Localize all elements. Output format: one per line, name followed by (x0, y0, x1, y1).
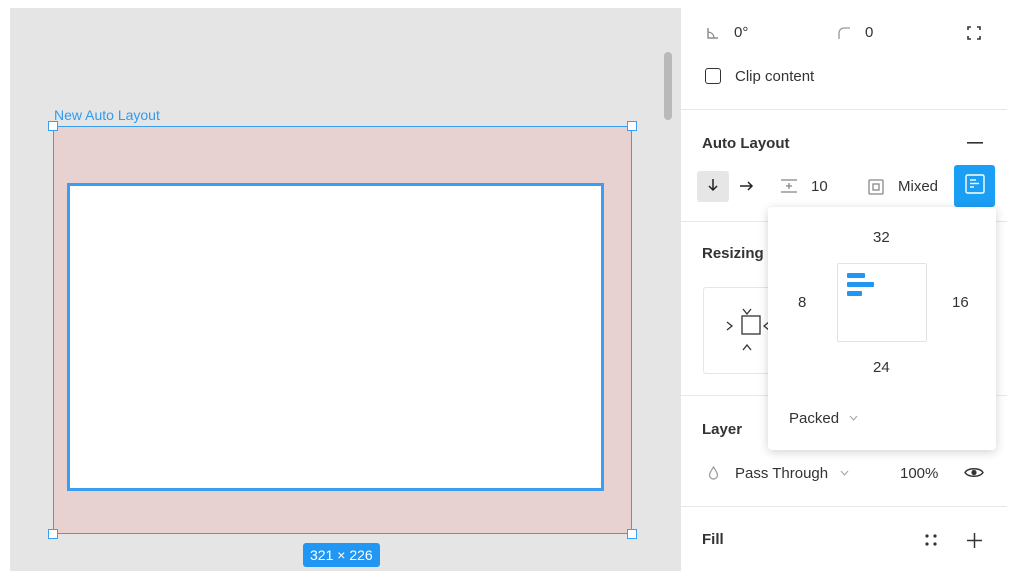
padding-right-value[interactable]: 16 (952, 294, 969, 311)
padding-bottom-value[interactable]: 24 (873, 359, 890, 376)
distribution-select[interactable]: Packed (789, 410, 839, 427)
corner-radius-value[interactable]: 0 (865, 24, 873, 41)
align-bar (847, 282, 874, 287)
section-divider (681, 109, 1007, 110)
fill-title: Fill (702, 531, 724, 548)
blend-drop-icon (706, 465, 720, 481)
resize-handle-bottom-left[interactable] (48, 529, 58, 539)
eye-icon[interactable] (963, 464, 985, 480)
direction-vertical-button[interactable] (697, 171, 729, 202)
rotation-value[interactable]: 0° (734, 24, 748, 41)
resize-handle-top-right[interactable] (627, 121, 637, 131)
resize-handle-bottom-right[interactable] (627, 529, 637, 539)
resize-handle-top-left[interactable] (48, 121, 58, 131)
angle-icon (706, 26, 720, 40)
align-bar (847, 291, 862, 296)
spacing-value[interactable]: 10 (811, 178, 828, 195)
chevron-up-icon[interactable] (742, 343, 752, 351)
padding-top-value[interactable]: 32 (873, 229, 890, 246)
remove-auto-layout-icon[interactable] (966, 136, 984, 150)
chevron-down-icon[interactable] (847, 413, 859, 423)
alignment-padding-button[interactable] (954, 165, 995, 207)
chevron-down-icon[interactable] (742, 307, 752, 315)
padding-icon (867, 178, 885, 196)
clip-content-checkbox[interactable] (705, 68, 721, 84)
spacing-between-icon (779, 178, 799, 194)
resizing-widget[interactable] (703, 287, 773, 374)
styles-grid-icon[interactable] (923, 532, 939, 548)
blend-mode-value[interactable]: Pass Through (735, 465, 828, 482)
layer-title: Layer (702, 421, 743, 438)
alignment-icon (964, 173, 985, 199)
clip-content-label: Clip content (735, 68, 815, 85)
dimensions-badge: 321 × 226 (303, 543, 380, 567)
corner-radius-icon (837, 26, 851, 40)
padding-mode-value[interactable]: Mixed (898, 178, 938, 195)
chevron-right-icon[interactable] (724, 321, 734, 331)
chevron-down-icon[interactable] (838, 468, 850, 478)
padding-left-value[interactable]: 8 (798, 294, 806, 311)
align-bar (847, 273, 865, 278)
arrow-right-icon[interactable] (737, 178, 755, 194)
alignment-grid[interactable] (837, 263, 927, 342)
frame-name-label[interactable]: New Auto Layout (54, 107, 160, 123)
arrow-down-icon (707, 177, 719, 197)
auto-layout-title: Auto Layout (702, 135, 790, 152)
expand-corners-icon[interactable] (966, 25, 982, 41)
resizing-title: Resizing (702, 245, 764, 262)
section-divider (681, 506, 1007, 507)
opacity-value[interactable]: 100% (900, 465, 938, 482)
child-element[interactable] (67, 183, 604, 491)
canvas-scrollbar[interactable] (664, 52, 672, 120)
resize-box-icon (741, 315, 761, 335)
plus-icon[interactable] (965, 531, 983, 549)
